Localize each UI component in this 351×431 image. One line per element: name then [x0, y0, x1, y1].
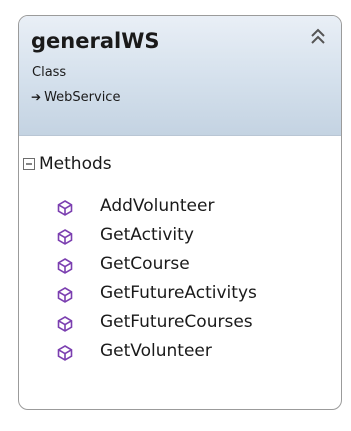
- base-type-label: WebService: [44, 90, 121, 105]
- public-method-cube-icon: [57, 200, 73, 216]
- inheritance-arrow-icon: ➔: [31, 90, 42, 104]
- method-item-getfuturecourses[interactable]: GetFutureCourses: [19, 310, 341, 338]
- method-item-getcourse[interactable]: GetCourse: [19, 252, 341, 280]
- method-item-getactivity[interactable]: GetActivity: [19, 223, 341, 251]
- method-label: GetActivity: [100, 225, 194, 245]
- method-label: GetFutureActivitys: [100, 283, 257, 303]
- collapse-minus-icon[interactable]: [23, 158, 35, 170]
- method-label: GetCourse: [100, 254, 190, 274]
- public-method-cube-icon: [57, 258, 73, 274]
- public-method-cube-icon: [57, 316, 73, 332]
- method-label: GetFutureCourses: [100, 312, 253, 332]
- method-label: GetVolunteer: [100, 341, 212, 361]
- class-kind-label: Class: [32, 65, 67, 80]
- method-label: AddVolunteer: [100, 196, 215, 216]
- public-method-cube-icon: [57, 229, 73, 245]
- class-name: generalWS: [31, 29, 160, 53]
- method-item-addvolunteer[interactable]: AddVolunteer: [19, 194, 341, 222]
- method-item-getfutureactivitys[interactable]: GetFutureActivitys: [19, 281, 341, 309]
- methods-section-title: Methods: [39, 154, 112, 174]
- public-method-cube-icon: [57, 287, 73, 303]
- method-item-getvolunteer[interactable]: GetVolunteer: [19, 339, 341, 367]
- class-diagram-shape[interactable]: generalWS Class ➔ WebService Methods AddV…: [18, 15, 342, 410]
- methods-section-header[interactable]: Methods: [23, 152, 112, 176]
- public-method-cube-icon: [57, 345, 73, 361]
- double-chevron-up-icon[interactable]: [307, 26, 329, 48]
- class-header[interactable]: generalWS Class ➔ WebService: [19, 16, 341, 136]
- base-type-line: ➔ WebService: [31, 90, 120, 105]
